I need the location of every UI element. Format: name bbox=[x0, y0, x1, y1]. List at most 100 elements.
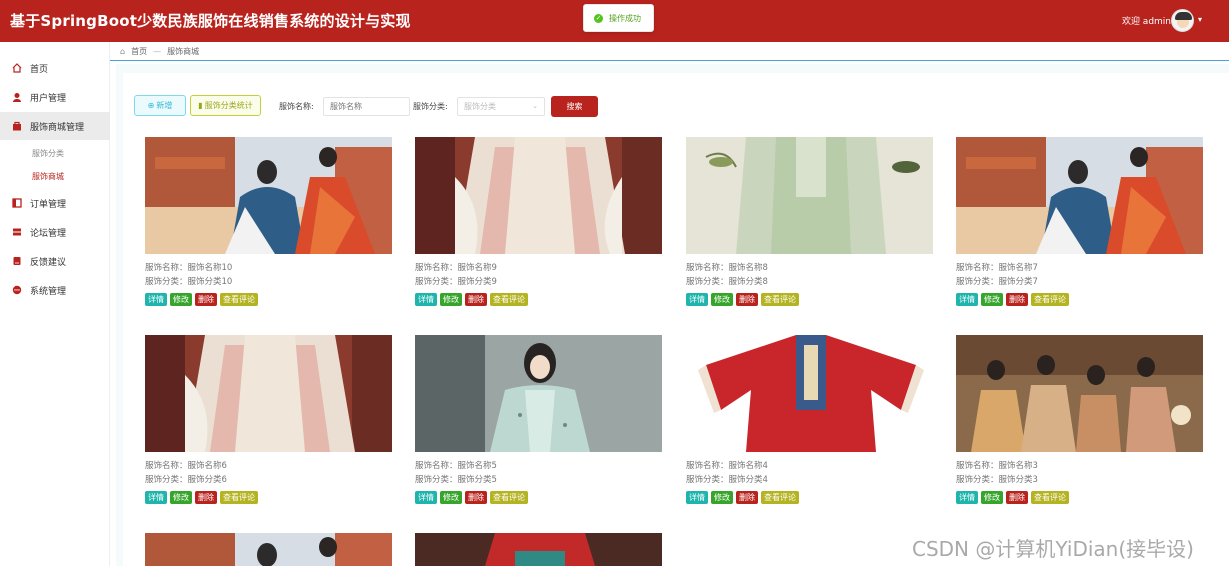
system-icon bbox=[12, 285, 22, 295]
edit-button[interactable]: 修改 bbox=[981, 491, 1003, 504]
avatar[interactable] bbox=[1171, 9, 1194, 32]
product-name: 服饰名称：服饰名称8 bbox=[686, 263, 768, 273]
stats-label: 服饰分类统计 bbox=[204, 101, 253, 110]
category-label: 服饰分类: bbox=[413, 102, 448, 111]
product-category: 服饰分类：服饰分类5 bbox=[415, 475, 497, 485]
edit-button[interactable]: 修改 bbox=[170, 293, 192, 306]
product-image[interactable] bbox=[956, 137, 1203, 254]
product-category: 服饰分类：服饰分类7 bbox=[956, 277, 1038, 287]
view-reviews-button[interactable]: 查看评论 bbox=[1031, 491, 1069, 504]
view-reviews-button[interactable]: 查看评论 bbox=[490, 293, 528, 306]
product-image[interactable] bbox=[145, 137, 392, 254]
detail-button[interactable]: 详情 bbox=[686, 293, 708, 306]
breadcrumb: ⌂ 首页 — 服饰商城 bbox=[120, 43, 199, 59]
watermark: CSDN @计算机YiDian(接毕设) bbox=[912, 537, 1194, 561]
delete-button[interactable]: 删除 bbox=[736, 293, 758, 306]
detail-button[interactable]: 详情 bbox=[145, 491, 167, 504]
sidebar-item-home[interactable]: 首页 bbox=[0, 54, 110, 82]
sidebar-item-system[interactable]: 系统管理 bbox=[0, 276, 110, 304]
product-name: 服饰名称：服饰名称3 bbox=[956, 461, 1038, 471]
view-reviews-button[interactable]: 查看评论 bbox=[1031, 293, 1069, 306]
home-icon bbox=[12, 63, 22, 73]
delete-button[interactable]: 删除 bbox=[465, 491, 487, 504]
success-toast: ✓ 操作成功 bbox=[583, 4, 654, 32]
feedback-icon bbox=[13, 257, 21, 265]
sidebar-item-forum[interactable]: 论坛管理 bbox=[0, 218, 110, 246]
edit-button[interactable]: 修改 bbox=[440, 491, 462, 504]
product-name: 服饰名称：服饰名称4 bbox=[686, 461, 768, 471]
product-image[interactable] bbox=[686, 137, 933, 254]
sidebar-item-label: 订单管理 bbox=[30, 199, 67, 210]
delete-button[interactable]: 删除 bbox=[195, 293, 217, 306]
search-button[interactable]: 搜索 bbox=[551, 96, 598, 117]
plus-icon: ⊕ bbox=[147, 101, 155, 110]
product-image[interactable] bbox=[415, 533, 662, 566]
product-category: 服饰分类：服饰分类4 bbox=[686, 475, 768, 485]
product-image[interactable] bbox=[415, 137, 662, 254]
detail-button[interactable]: 详情 bbox=[956, 491, 978, 504]
breadcrumb-divider bbox=[110, 60, 1229, 61]
user-icon bbox=[13, 93, 21, 102]
view-reviews-button[interactable]: 查看评论 bbox=[220, 293, 258, 306]
sidebar-item-label: 反馈建议 bbox=[30, 257, 67, 268]
add-button[interactable]: ⊕ 新增 bbox=[134, 95, 186, 116]
sidebar-item-orders[interactable]: 订单管理 bbox=[0, 189, 110, 217]
edit-button[interactable]: 修改 bbox=[440, 293, 462, 306]
sidebar-item-users[interactable]: 用户管理 bbox=[0, 83, 110, 111]
sidebar-item-shop[interactable]: 服饰商城管理 bbox=[0, 112, 110, 140]
sidebar-item-label: 系统管理 bbox=[30, 286, 67, 297]
product-name: 服饰名称：服饰名称5 bbox=[415, 461, 497, 471]
product-category: 服饰分类：服饰分类8 bbox=[686, 277, 768, 287]
product-image[interactable] bbox=[145, 533, 392, 566]
category-select-placeholder: 服饰分类 bbox=[464, 102, 496, 111]
sidebar-item-label: 首页 bbox=[30, 64, 49, 75]
check-circle-icon: ✓ bbox=[594, 13, 603, 23]
view-reviews-button[interactable]: 查看评论 bbox=[490, 491, 528, 504]
delete-button[interactable]: 删除 bbox=[1006, 293, 1028, 306]
chevron-down-icon[interactable]: ▾ bbox=[1198, 15, 1202, 24]
product-category: 服饰分类：服饰分类9 bbox=[415, 277, 497, 287]
view-reviews-button[interactable]: 查看评论 bbox=[220, 491, 258, 504]
shop-icon bbox=[13, 121, 21, 131]
name-label: 服饰名称: bbox=[279, 102, 314, 111]
welcome-text: 欢迎 admin bbox=[1121, 17, 1171, 27]
sidebar-sub-category[interactable]: 服饰分类 bbox=[32, 148, 64, 159]
avatar-hair bbox=[1175, 12, 1192, 20]
product-image[interactable] bbox=[415, 335, 662, 452]
delete-button[interactable]: 删除 bbox=[1006, 491, 1028, 504]
name-search-input[interactable] bbox=[323, 97, 410, 116]
sidebar-sub-mall[interactable]: 服饰商城 bbox=[32, 171, 64, 182]
product-name: 服饰名称：服饰名称6 bbox=[145, 461, 227, 471]
breadcrumb-home[interactable]: 首页 bbox=[131, 46, 147, 57]
sidebar-item-label: 论坛管理 bbox=[30, 228, 67, 239]
sidebar: 首页 用户管理 服饰商城管理 服饰分类 服饰商城 订单管理 论坛管理 反馈建议 … bbox=[0, 42, 110, 566]
view-reviews-button[interactable]: 查看评论 bbox=[761, 293, 799, 306]
product-image[interactable] bbox=[145, 335, 392, 452]
bar-chart-icon: ▮ bbox=[198, 101, 203, 110]
detail-button[interactable]: 详情 bbox=[686, 491, 708, 504]
edit-button[interactable]: 修改 bbox=[170, 491, 192, 504]
detail-button[interactable]: 详情 bbox=[415, 491, 437, 504]
delete-button[interactable]: 删除 bbox=[736, 491, 758, 504]
category-stats-button[interactable]: ▮ 服饰分类统计 bbox=[190, 95, 261, 116]
product-category: 服饰分类：服饰分类6 bbox=[145, 475, 227, 485]
detail-button[interactable]: 详情 bbox=[415, 293, 437, 306]
product-image[interactable] bbox=[956, 335, 1203, 452]
detail-button[interactable]: 详情 bbox=[956, 293, 978, 306]
edit-button[interactable]: 修改 bbox=[981, 293, 1003, 306]
edit-button[interactable]: 修改 bbox=[711, 491, 733, 504]
sidebar-item-feedback[interactable]: 反馈建议 bbox=[0, 247, 110, 275]
edit-button[interactable]: 修改 bbox=[711, 293, 733, 306]
product-image[interactable] bbox=[686, 335, 933, 452]
delete-button[interactable]: 删除 bbox=[195, 491, 217, 504]
breadcrumb-current: 服饰商城 bbox=[167, 46, 200, 56]
home-icon[interactable]: ⌂ bbox=[120, 47, 125, 56]
app-title: 基于SpringBoot少数民族服饰在线销售系统的设计与实现 bbox=[10, 12, 411, 30]
chevron-down-icon: ⌄ bbox=[532, 102, 538, 110]
category-select[interactable]: 服饰分类 ⌄ bbox=[457, 97, 545, 116]
delete-button[interactable]: 删除 bbox=[465, 293, 487, 306]
sidebar-item-label: 服饰商城管理 bbox=[30, 122, 85, 133]
detail-button[interactable]: 详情 bbox=[145, 293, 167, 306]
view-reviews-button[interactable]: 查看评论 bbox=[761, 491, 799, 504]
breadcrumb-separator: — bbox=[153, 46, 162, 56]
